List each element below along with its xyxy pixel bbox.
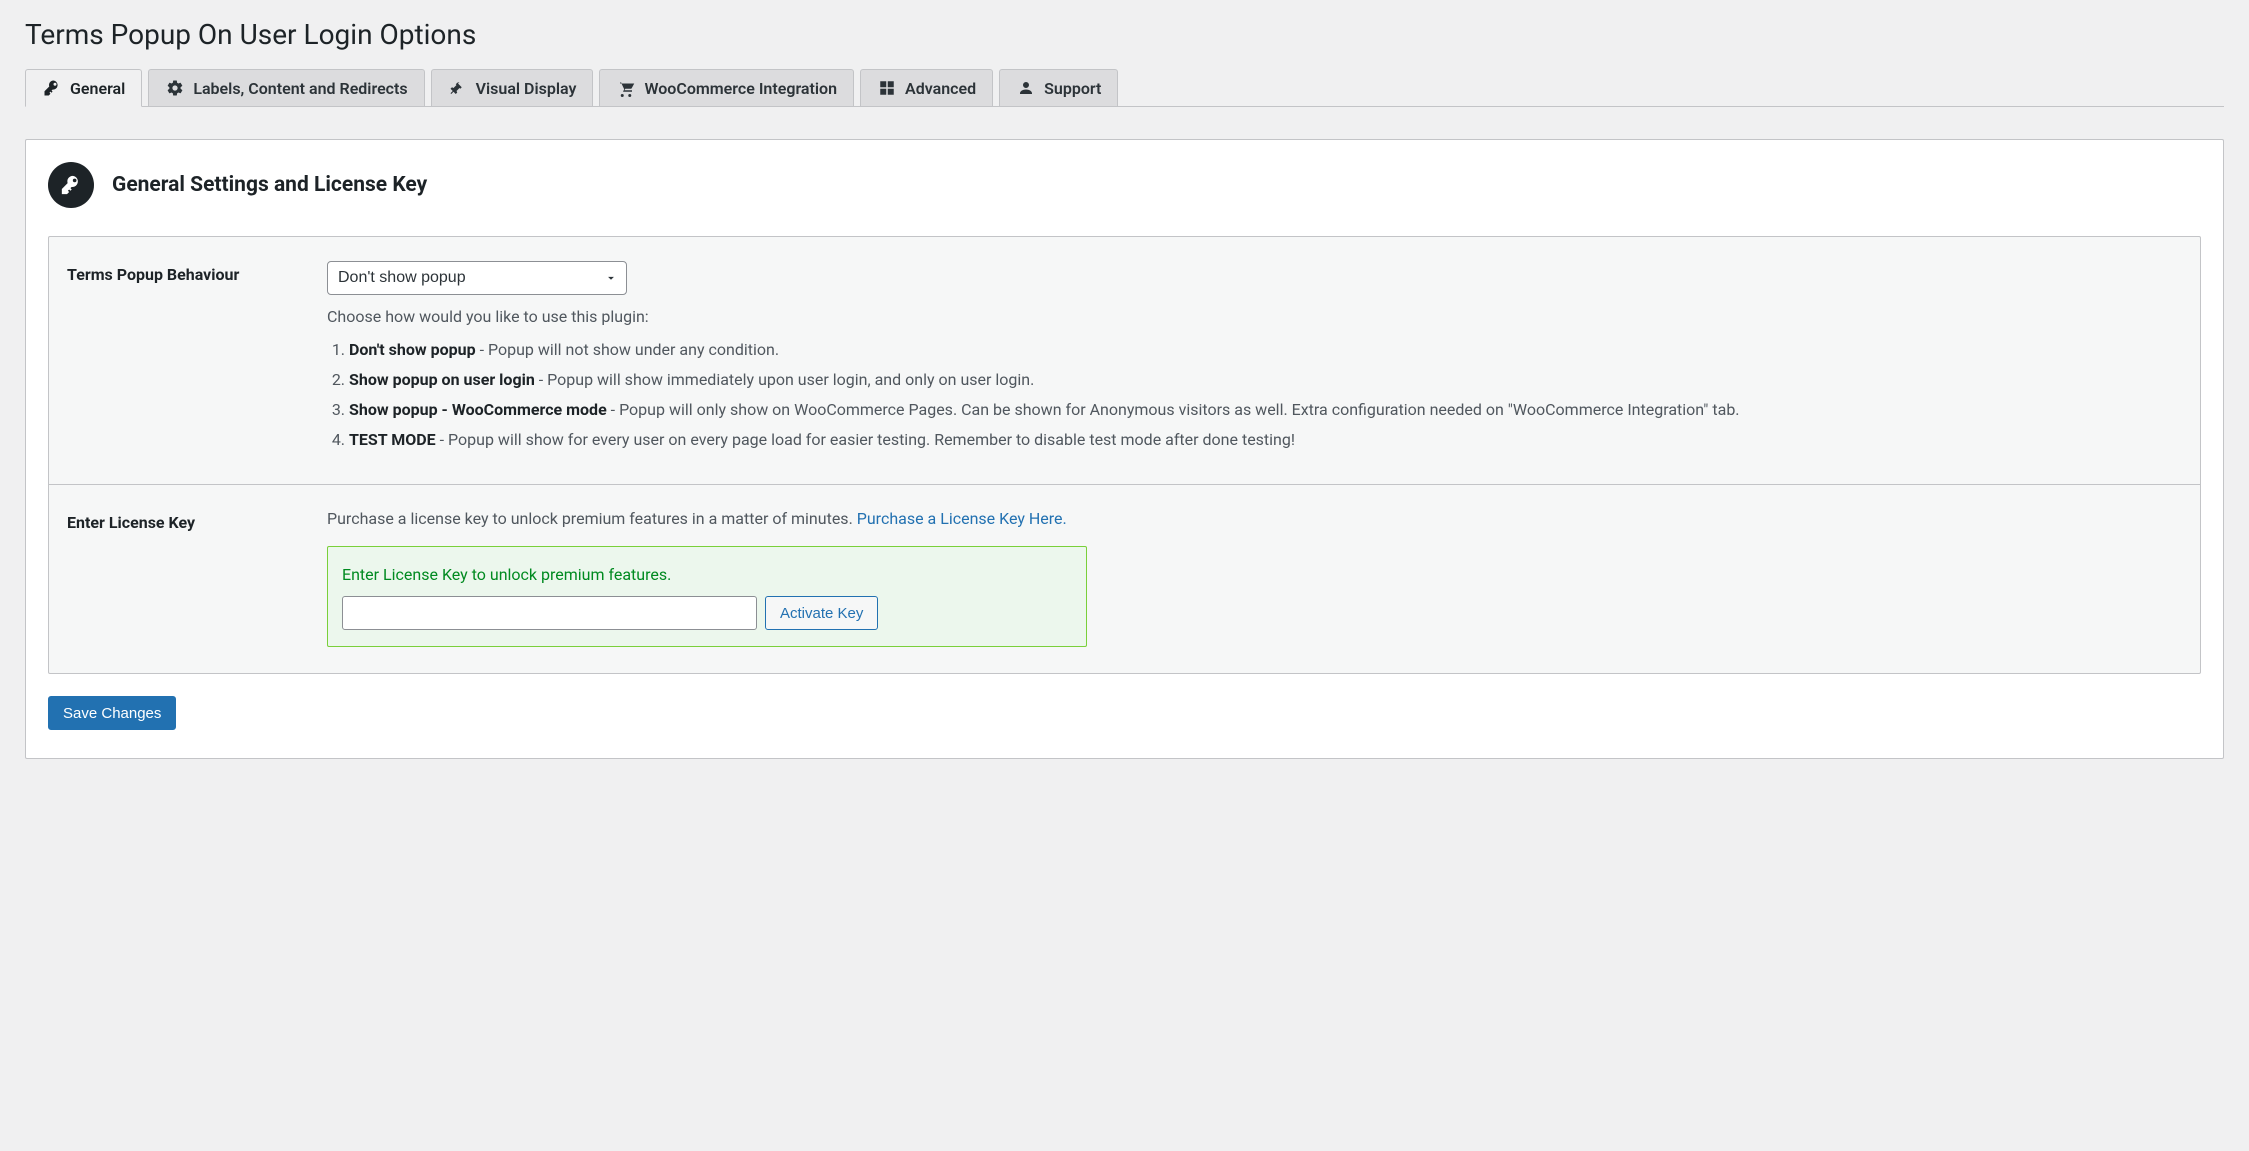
field-label: Terms Popup Behaviour <box>67 261 327 458</box>
tab-label: General <box>70 79 125 98</box>
tab-label: WooCommerce Integration <box>644 79 837 98</box>
field-label: Enter License Key <box>67 509 327 647</box>
section-header: General Settings and License Key <box>48 162 2201 208</box>
list-item: TEST MODE - Popup will show for every us… <box>349 428 2182 452</box>
option-bold: TEST MODE <box>349 430 436 449</box>
option-bold: Don't show popup <box>349 340 476 359</box>
tab-woocommerce[interactable]: WooCommerce Integration <box>599 69 854 107</box>
option-bold: Show popup on user login <box>349 370 535 389</box>
list-item: Show popup on user login - Popup will sh… <box>349 368 2182 392</box>
tab-visual-display[interactable]: Visual Display <box>431 69 594 107</box>
user-icon <box>1016 78 1036 98</box>
tab-label: Visual Display <box>476 79 577 98</box>
settings-box: Terms Popup Behaviour Don't show popup C… <box>48 236 2201 674</box>
license-hint: Enter License Key to unlock premium feat… <box>342 565 1072 584</box>
advanced-icon <box>877 78 897 98</box>
license-key-input[interactable] <box>342 596 757 630</box>
terms-popup-behaviour-select[interactable]: Don't show popup <box>327 261 627 295</box>
pin-icon <box>448 78 468 98</box>
tab-label: Support <box>1044 79 1101 98</box>
option-text: - Popup will show immediately upon user … <box>535 370 1035 389</box>
tab-label: Labels, Content and Redirects <box>193 79 407 98</box>
license-box: Enter License Key to unlock premium feat… <box>327 546 1087 647</box>
key-icon <box>42 78 62 98</box>
list-item: Don't show popup - Popup will not show u… <box>349 338 2182 362</box>
settings-panel: General Settings and License Key Terms P… <box>25 139 2224 759</box>
page-title: Terms Popup On User Login Options <box>25 18 2224 51</box>
option-bold: Show popup - WooCommerce mode <box>349 400 607 419</box>
behaviour-description: Choose how would you like to use this pl… <box>327 307 2182 326</box>
option-text: - Popup will only show on WooCommerce Pa… <box>607 400 1740 419</box>
tab-support[interactable]: Support <box>999 69 1118 107</box>
tab-labels-content-redirects[interactable]: Labels, Content and Redirects <box>148 69 424 107</box>
tab-general[interactable]: General <box>25 69 142 107</box>
tab-label: Advanced <box>905 79 976 98</box>
purchase-intro: Purchase a license key to unlock premium… <box>327 509 857 528</box>
gear-icon <box>165 78 185 98</box>
tab-advanced[interactable]: Advanced <box>860 69 993 107</box>
list-item: Show popup - WooCommerce mode - Popup wi… <box>349 398 2182 422</box>
row-terms-popup-behaviour: Terms Popup Behaviour Don't show popup C… <box>49 237 2200 484</box>
key-icon <box>48 162 94 208</box>
section-heading: General Settings and License Key <box>112 173 427 197</box>
purchase-link[interactable]: Purchase a License Key Here. <box>857 509 1067 528</box>
activate-key-button[interactable]: Activate Key <box>765 596 878 630</box>
save-changes-button[interactable]: Save Changes <box>48 696 176 730</box>
option-text: - Popup will show for every user on ever… <box>436 430 1295 449</box>
purchase-text: Purchase a license key to unlock premium… <box>327 509 2182 528</box>
behaviour-options-list: Don't show popup - Popup will not show u… <box>349 338 2182 452</box>
option-text: - Popup will not show under any conditio… <box>476 340 779 359</box>
cart-icon <box>616 78 636 98</box>
row-license-key: Enter License Key Purchase a license key… <box>49 484 2200 673</box>
settings-tabs: General Labels, Content and Redirects Vi… <box>25 69 2224 107</box>
